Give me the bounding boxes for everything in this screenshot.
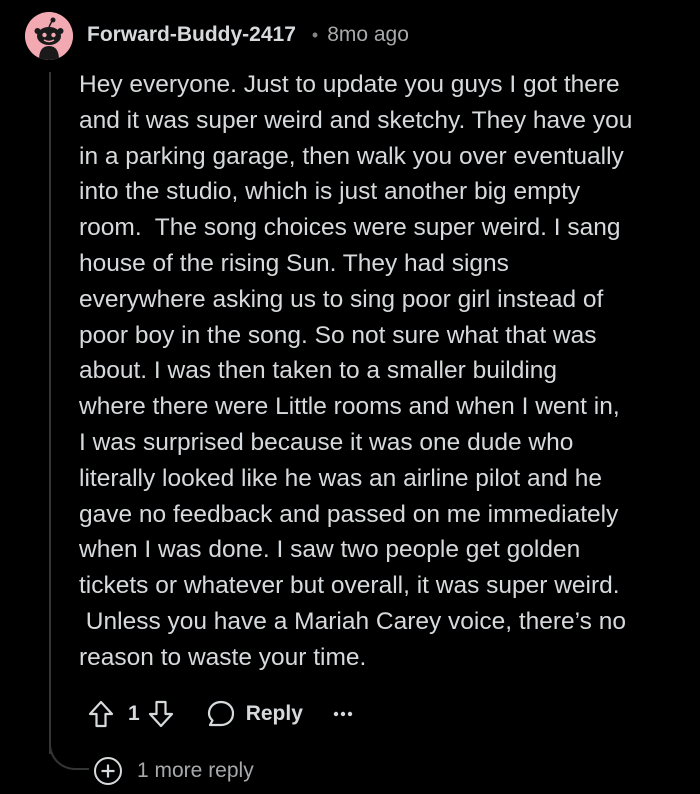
comment-line: literally looked like he was an airline … [79, 464, 602, 492]
more-replies-button[interactable]: 1 more reply [93, 756, 254, 786]
comment-line: about. I was then taken to a smaller bui… [79, 357, 558, 385]
reddit-snoo-avatar-icon [25, 12, 73, 60]
comment-line: into the studio, which is just another b… [79, 178, 581, 206]
comment-line: gave no feedback and passed on me immedi… [79, 500, 619, 528]
comment-line: in a parking garage, then walk you over … [79, 142, 624, 170]
separator-dot: • [311, 24, 319, 45]
ellipsis-icon [333, 711, 353, 717]
more-options-button[interactable] [333, 699, 357, 729]
comment-line: everywhere asking us to sing poor girl i… [79, 285, 604, 313]
comment-line: tickets or whatever but overall, it was … [79, 572, 620, 600]
downvote-button[interactable] [146, 699, 176, 729]
more-replies-label: 1 more reply [137, 759, 254, 782]
comment-actions: 1 Reply [86, 694, 357, 734]
thread-line[interactable] [49, 72, 51, 754]
speech-bubble-icon [207, 700, 234, 727]
avatar[interactable] [25, 12, 73, 60]
comment-line: room. The song choices were super weird.… [79, 214, 621, 242]
comment-line: Hey everyone. Just to update you guys I … [79, 71, 620, 98]
timestamp: 8mo ago [327, 23, 409, 46]
thread-connector [49, 736, 89, 770]
downvote-arrow-icon [148, 700, 173, 728]
plus-circle-icon [94, 757, 122, 785]
comment-line: reason to waste your time. [79, 643, 367, 671]
upvote-button[interactable] [86, 699, 116, 729]
comment-line: Unless you have a Mariah Carey voice, th… [79, 607, 626, 635]
reply-label: Reply [245, 702, 303, 725]
upvote-arrow-icon [88, 700, 114, 728]
reply-button[interactable]: Reply [206, 699, 303, 729]
vote-count: 1 [128, 702, 140, 725]
comment-line: when I was done. I saw two people get go… [79, 536, 581, 564]
comment-line: house of the rising Sun. They had signs [79, 249, 509, 277]
comment-line: poor boy in the song. So not sure what t… [79, 321, 597, 349]
username[interactable]: Forward-Buddy-2417 [87, 23, 296, 47]
comment-body: Hey everyone. Just to update you guys I … [79, 67, 691, 676]
comment-line: where there were Little rooms and when I… [79, 393, 620, 421]
comment-line: and it was super weird and sketchy. They… [79, 106, 633, 134]
comment-header: Forward-Buddy-2417 • 8mo ago [87, 20, 409, 50]
comment-line: I was surprised because it was one dude … [79, 428, 574, 456]
